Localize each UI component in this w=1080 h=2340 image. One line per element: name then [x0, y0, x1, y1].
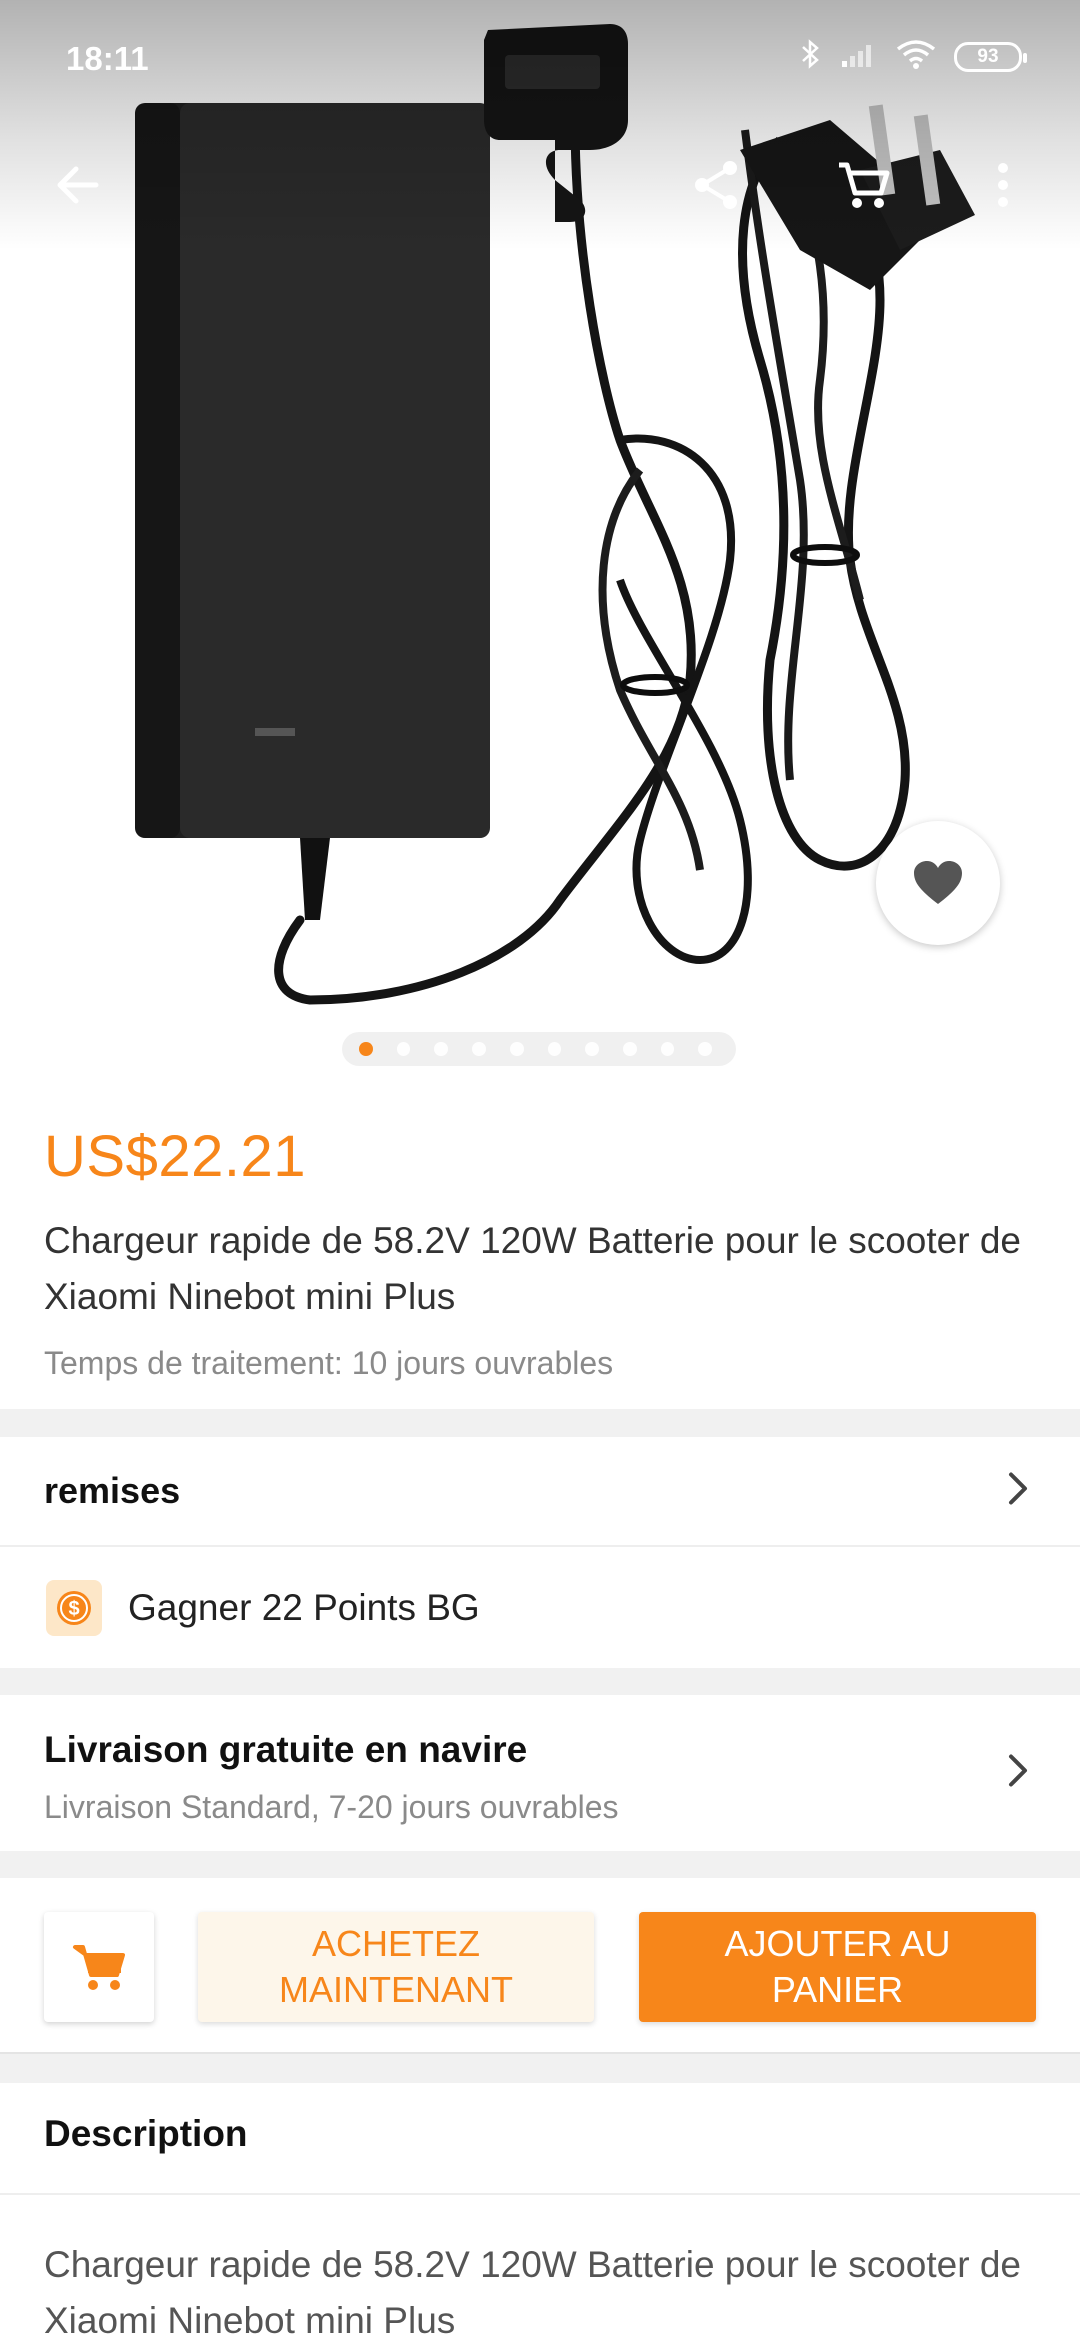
share-button[interactable]: [682, 150, 752, 220]
description-body: Chargeur rapide de 58.2V 120W Batterie p…: [44, 2244, 1021, 2340]
battery-icon: 93: [954, 41, 1027, 72]
wifi-icon: [896, 39, 936, 74]
cart-button[interactable]: [44, 1912, 154, 2022]
page-dot[interactable]: [585, 1042, 599, 1056]
page-dot[interactable]: [396, 1042, 411, 1056]
description-heading: Description: [44, 2113, 248, 2154]
product-info: US$22.21 Chargeur rapide de 58.2V 120W B…: [0, 1075, 1080, 1409]
chevron-right-icon: [1006, 1470, 1030, 1513]
product-price: US$22.21: [44, 1124, 306, 1189]
discounts-label: remises: [44, 1470, 181, 1511]
points-row: $ Gagner 22 Points BG: [0, 1547, 1080, 1668]
page-dot[interactable]: [472, 1042, 486, 1056]
more-vertical-icon: [998, 163, 1008, 207]
cart-icon: [839, 162, 890, 208]
page-dot[interactable]: [359, 1042, 373, 1056]
chevron-right-icon: [1006, 1752, 1030, 1795]
shipping-section[interactable]: Livraison gratuite en navire Livraison S…: [0, 1695, 1080, 1851]
favorite-button[interactable]: [876, 821, 1000, 945]
product-title: Chargeur rapide de 58.2V 120W Batterie p…: [44, 1220, 1021, 1317]
page-dot[interactable]: [698, 1042, 713, 1056]
action-bar: ACHETEZ MAINTENANT AJOUTER AU PANIER: [0, 1878, 1080, 2054]
more-options-button[interactable]: [968, 150, 1038, 220]
product-gallery[interactable]: 18:11 93: [0, 0, 1080, 1075]
divider: [0, 2193, 1080, 2195]
status-bar: 18:11 93: [0, 0, 1080, 118]
page-dot[interactable]: [547, 1042, 562, 1056]
page-dot[interactable]: [660, 1042, 675, 1056]
discounts-section: remises $ Gagner 22 Points BG: [0, 1437, 1080, 1668]
processing-time: Temps de traitement: 10 jours ouvrables: [44, 1345, 614, 1381]
buy-now-button[interactable]: ACHETEZ MAINTENANT: [198, 1912, 594, 2022]
cart-top-button[interactable]: [828, 150, 898, 220]
status-icons: 93: [800, 38, 1027, 75]
back-arrow-icon: [57, 166, 99, 204]
heart-icon: [914, 861, 962, 904]
page-dot[interactable]: [434, 1042, 449, 1056]
share-icon: [695, 161, 737, 209]
back-button[interactable]: [42, 150, 112, 220]
points-text: Gagner 22 Points BG: [128, 1586, 480, 1628]
page-dot[interactable]: [509, 1042, 524, 1056]
bluetooth-icon: [800, 38, 822, 75]
image-pagination: [342, 1032, 736, 1066]
cart-icon: [73, 1945, 125, 1990]
description-section: Description Chargeur rapide de 58.2V 120…: [0, 2083, 1080, 2340]
shipping-subtitle: Livraison Standard, 7-20 jours ouvrables: [44, 1789, 619, 1825]
page-dot[interactable]: [622, 1042, 637, 1056]
svg-text:$: $: [68, 1598, 79, 1620]
status-time: 18:11: [66, 40, 149, 77]
coin-icon: $: [46, 1579, 102, 1636]
battery-level: 93: [977, 45, 999, 67]
add-to-cart-button[interactable]: AJOUTER AU PANIER: [639, 1912, 1036, 2022]
shipping-title: Livraison gratuite en navire: [44, 1729, 528, 1770]
signal-icon: [840, 39, 878, 74]
discounts-row[interactable]: remises: [0, 1437, 1080, 1547]
